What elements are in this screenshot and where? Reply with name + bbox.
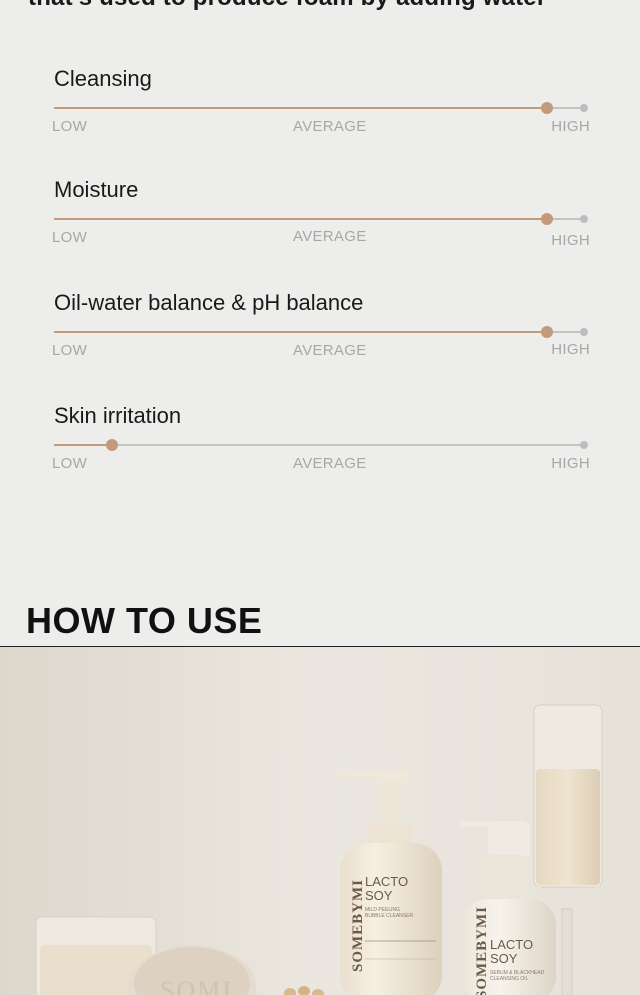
rating-label: Cleansing (54, 66, 152, 91)
how-to-use-heading: HOW TO USE (26, 600, 263, 641)
svg-text:BUBBLE CLEANSER: BUBBLE CLEANSER (365, 913, 413, 919)
scale-low-label: LOW (52, 455, 88, 472)
scale-average-label: AVERAGE (293, 228, 367, 245)
scale-high-label: HIGH (551, 341, 590, 358)
rating-fill (54, 218, 547, 220)
scale-low-label: LOW (52, 118, 88, 135)
scale-average-label: AVERAGE (293, 455, 367, 472)
svg-text:SOMEBYMI: SOMEBYMI (350, 879, 366, 972)
rating-knob (540, 326, 553, 338)
product-photo: SOMEBYMI LACTO SOY MILD PEELING BUBBLE C… (0, 647, 640, 995)
rating-knob (540, 102, 553, 114)
rating-moisture: Moisture LOW AVERAGE HIGH (52, 177, 592, 249)
rating-track (54, 213, 588, 225)
rating-skin-irritation: Skin irritation LOW AVERAGE HIGH (52, 403, 592, 475)
scale-average-label: AVERAGE (293, 118, 367, 135)
scale-average-label: AVERAGE (293, 342, 367, 359)
rating-cleansing: Cleansing LOW AVERAGE HIGH (52, 66, 592, 136)
rating-label: Oil-water balance & pH balance (54, 290, 364, 315)
scale-high-label: HIGH (551, 455, 590, 472)
rating-track (54, 439, 588, 451)
rating-end-dot (580, 441, 588, 449)
rating-end-dot (580, 215, 588, 223)
rating-end-dot (580, 328, 588, 336)
rating-track (54, 326, 588, 338)
svg-text:CLEANSING OIL: CLEANSING OIL (490, 976, 529, 982)
svg-text:SOMI: SOMI (160, 976, 233, 995)
rating-knob (106, 439, 119, 451)
scale-high-label: HIGH (551, 232, 590, 249)
rating-label: Skin irritation (54, 403, 182, 428)
svg-text:LACTO: LACTO (365, 874, 408, 889)
svg-text:SOY: SOY (490, 951, 518, 966)
svg-text:LACTO: LACTO (490, 937, 533, 952)
rating-oil-water-balance: Oil-water balance & pH balance LOW AVERA… (52, 290, 592, 362)
scale-low-label: LOW (52, 229, 88, 246)
rating-label: Moisture (54, 177, 139, 202)
rating-fill (54, 107, 547, 109)
scale-high-label: HIGH (551, 118, 590, 135)
svg-text:SOMEBYMI: SOMEBYMI (474, 906, 490, 995)
scale-low-label: LOW (52, 342, 88, 359)
rating-fill (54, 331, 547, 333)
rating-track (54, 102, 588, 114)
rating-end-dot (580, 104, 588, 112)
rating-fill (54, 444, 113, 446)
intro-text: that's used to produce foam by adding wa… (28, 0, 546, 12)
rating-knob (540, 213, 553, 225)
svg-text:SOY: SOY (365, 888, 393, 903)
